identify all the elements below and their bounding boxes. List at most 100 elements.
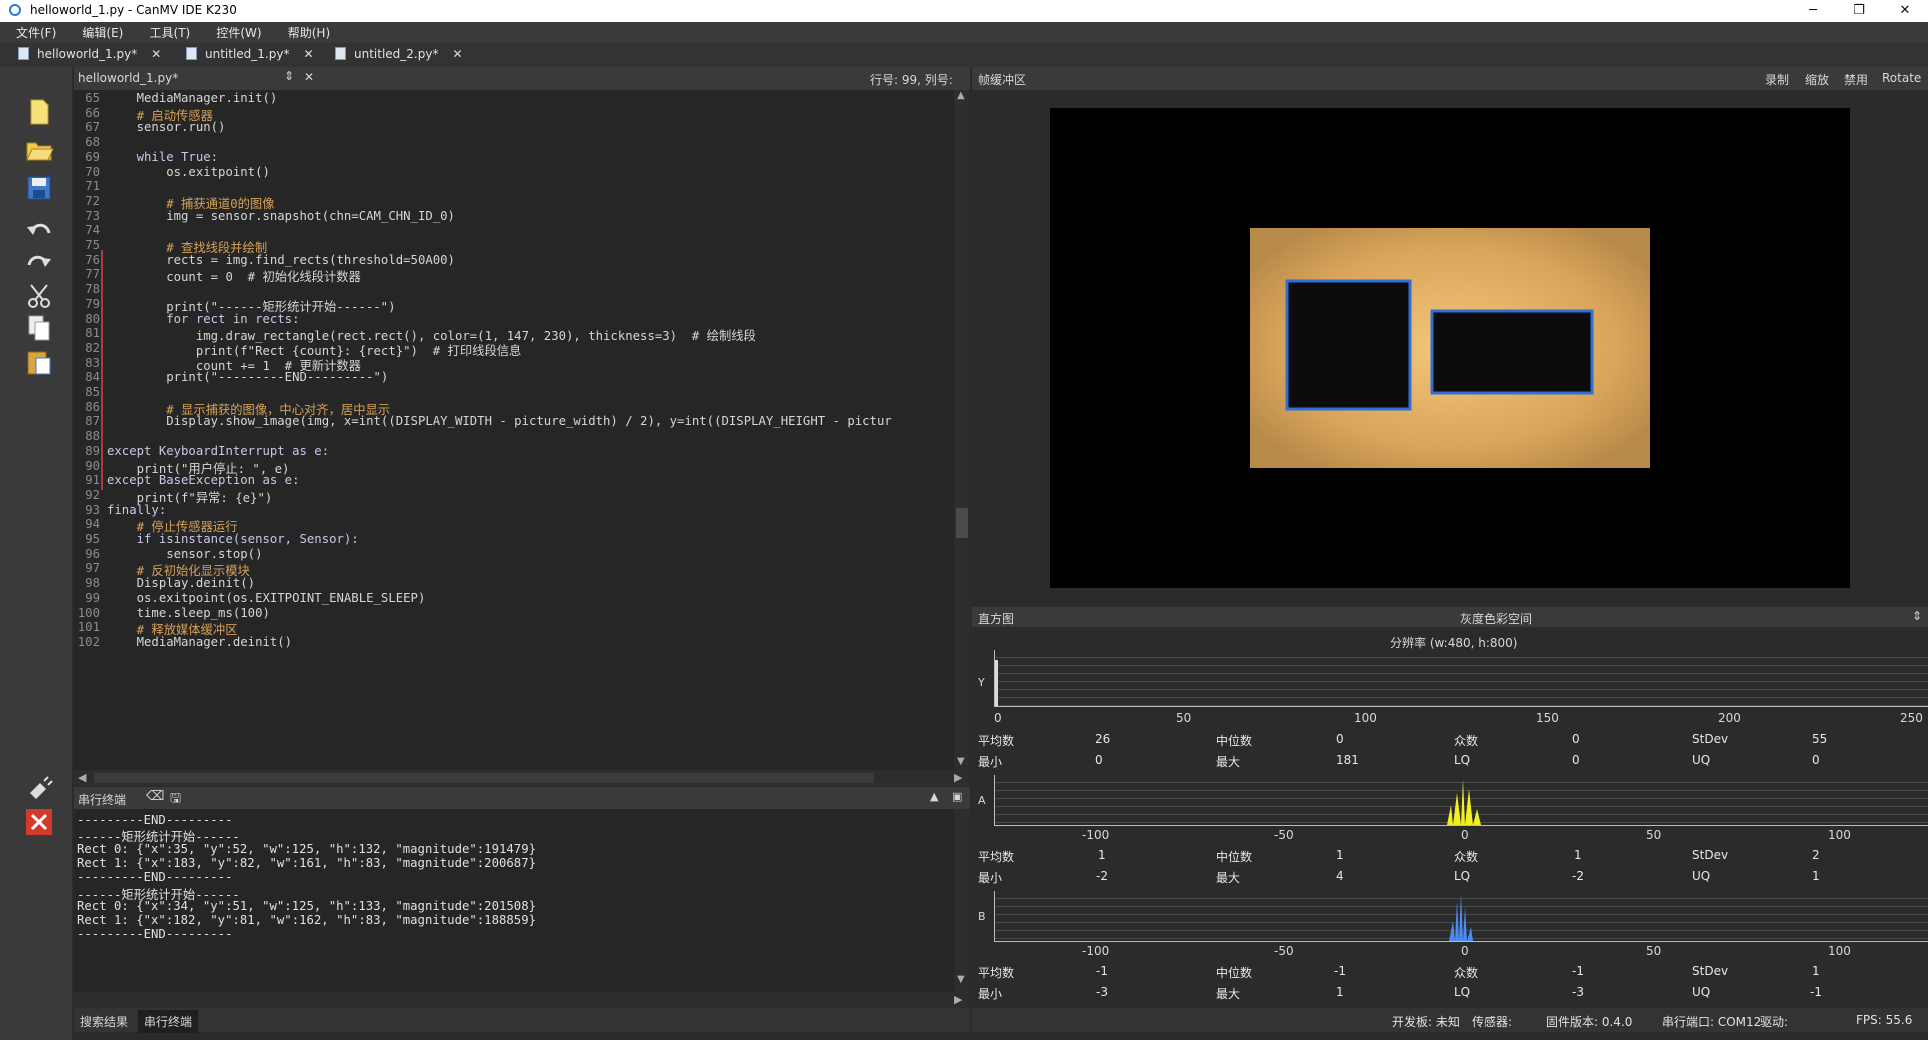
close-tab-icon[interactable]: ✕ — [452, 47, 462, 61]
paste-icon[interactable] — [24, 347, 54, 377]
line-number: 66 — [85, 105, 100, 120]
histogram-title: 直方图 — [978, 612, 1015, 626]
stat-value: -2 — [1572, 869, 1584, 883]
code-line[interactable]: finally: — [107, 503, 166, 517]
code-line[interactable]: sensor.stop() — [107, 547, 262, 561]
code-line[interactable]: sensor.run() — [107, 120, 226, 134]
code-line[interactable]: print("---------END---------") — [107, 370, 388, 384]
line-number: 80 — [85, 311, 100, 326]
stat-label: 平均数 — [978, 850, 1015, 864]
code-line[interactable]: except BaseException as e: — [107, 473, 300, 487]
code-line[interactable]: count = 0 # 初始化线段计数器 — [107, 267, 361, 285]
serial-scrollbar[interactable]: ▼ — [954, 809, 970, 992]
code-line[interactable]: for rect in rects: — [107, 312, 299, 326]
code-line[interactable]: time.sleep_ms(100) — [107, 606, 270, 620]
menu-bar: 文件(F) 编辑(E) 工具(T) 控件(W) 帮助(H) — [0, 22, 1928, 43]
hscroll-thumb[interactable] — [94, 773, 874, 783]
scroll-right-icon[interactable]: ▶ — [954, 771, 962, 784]
code-line[interactable]: MediaManager.init() — [107, 91, 278, 105]
code-line[interactable]: Display.show_image(img, x=int((DISPLAY_W… — [107, 414, 892, 428]
code-line[interactable]: MediaManager.deinit() — [107, 635, 292, 649]
disable-button[interactable]: 禁用 — [1844, 71, 1868, 88]
tab-search-results[interactable]: 搜索结果 — [80, 1013, 128, 1030]
save-icon[interactable] — [24, 173, 54, 203]
serial-line: Rect 1: {"x":182, "y":81, "w":162, "h":8… — [77, 913, 537, 928]
open-folder-icon[interactable] — [24, 135, 54, 165]
histogram-bars-b — [1449, 893, 1473, 941]
line-number: 77 — [85, 267, 100, 282]
line-number: 84 — [85, 370, 100, 385]
menu-help[interactable]: 帮助(H) — [272, 22, 336, 41]
file-select-arrows-icon[interactable]: ⇕ — [284, 69, 294, 83]
menu-tools[interactable]: 工具(T) — [134, 22, 197, 41]
editor-vertical-scrollbar[interactable]: ▲ ▼ — [954, 90, 970, 770]
line-number: 74 — [85, 223, 100, 238]
minimize-button[interactable]: ─ — [1790, 0, 1836, 22]
copy-icon[interactable] — [24, 313, 54, 343]
close-button[interactable]: ✕ — [1882, 0, 1928, 22]
serial-terminal-output[interactable]: ---------END--------- ------矩形统计开始------ R… — [74, 809, 954, 992]
cut-icon[interactable] — [24, 281, 54, 311]
code-line[interactable]: os.exitpoint(os.EXITPOINT_ENABLE_SLEEP) — [107, 591, 426, 605]
menu-file[interactable]: 文件(F) — [0, 22, 62, 41]
serial-hscrollbar[interactable]: ▶ — [74, 992, 970, 1008]
tab-serial-terminal[interactable]: 串行终端 — [138, 1010, 199, 1033]
stat-label: LQ — [1454, 985, 1471, 999]
status-firmware: 固件版本: 0.4.0 — [1546, 1015, 1633, 1029]
code-line[interactable]: img = sensor.snapshot(chn=CAM_CHN_ID_0) — [107, 209, 455, 223]
status-sensor: 传感器: — [1472, 1015, 1513, 1029]
code-line[interactable]: if isinstance(sensor, Sensor): — [107, 532, 359, 546]
tab-untitled-1[interactable]: untitled_1.py* ✕ — [186, 47, 314, 65]
serial-line: Rect 0: {"x":35, "y":52, "w":125, "h":13… — [77, 841, 537, 856]
float-panel-icon[interactable]: ▣ — [952, 790, 962, 803]
code-line[interactable]: Display.deinit() — [107, 576, 255, 590]
line-number: 95 — [85, 532, 100, 546]
colorspace-arrows-icon[interactable]: ⇕ — [1912, 609, 1922, 623]
close-editor-icon[interactable]: ✕ — [304, 70, 314, 84]
connect-icon[interactable] — [24, 773, 54, 803]
tab-untitled-2[interactable]: untitled_2.py* ✕ — [335, 47, 463, 65]
undo-icon[interactable] — [24, 215, 54, 245]
stats-a: 平均数 1 中位数 1 众数 1 StDev 2 最小 -2 最大 4 LQ -… — [972, 848, 1928, 886]
stat-value: -3 — [1096, 985, 1108, 999]
zoom-button[interactable]: 缩放 — [1805, 71, 1829, 88]
record-button[interactable]: 录制 — [1765, 71, 1789, 88]
colorspace-select[interactable]: 灰度色彩空间 — [1460, 610, 1532, 627]
maximize-button[interactable]: ❐ — [1836, 0, 1882, 22]
left-toolbar — [0, 67, 72, 1040]
line-number: 83 — [85, 355, 100, 370]
clear-terminal-icon[interactable]: ⌫ — [146, 789, 164, 804]
line-number: 67 — [85, 120, 100, 135]
stat-value: 2 — [1812, 848, 1820, 862]
status-board: 开发板: 未知 — [1392, 1015, 1460, 1029]
close-tab-icon[interactable]: ✕ — [303, 47, 313, 61]
app-icon — [9, 4, 21, 16]
code-line[interactable]: os.exitpoint() — [107, 165, 270, 179]
rotate-button[interactable]: Rotate — [1882, 71, 1921, 85]
scroll-thumb[interactable] — [956, 508, 968, 538]
new-file-icon[interactable] — [24, 97, 54, 127]
code-editor[interactable]: 65 MediaManager.init() 66 # 启动传感器 67 senso… — [74, 90, 954, 770]
scroll-left-icon[interactable]: ◀ — [78, 771, 86, 784]
close-tab-icon[interactable]: ✕ — [151, 47, 161, 61]
tab-helloworld-1[interactable]: helloworld_1.py* ✕ — [18, 47, 161, 65]
tick-label: -100 — [1082, 944, 1110, 958]
stop-run-icon[interactable] — [24, 807, 54, 837]
scroll-down-icon[interactable]: ▼ — [957, 756, 965, 767]
code-line[interactable]: rects = img.find_rects(threshold=50A00) — [107, 253, 455, 267]
editor-file-select[interactable]: helloworld_1.py* — [78, 71, 178, 85]
menu-widgets[interactable]: 控件(W) — [200, 22, 267, 41]
scroll-up-icon[interactable]: ▲ — [957, 90, 965, 101]
editor-horizontal-scrollbar[interactable]: ◀ ▶ — [74, 770, 970, 786]
file-tab-bar: helloworld_1.py* ✕ untitled_1.py* ✕ untitl… — [0, 43, 1928, 67]
menu-edit[interactable]: 编辑(E) — [66, 22, 129, 41]
serial-scroll-down-icon[interactable]: ▼ — [957, 974, 965, 985]
serial-scroll-right-icon[interactable]: ▶ — [954, 993, 962, 1006]
collapse-panel-icon[interactable]: ▲ — [930, 790, 938, 803]
code-line[interactable]: except KeyboardInterrupt as e: — [107, 444, 329, 458]
line-number: 85 — [85, 385, 100, 399]
code-line[interactable]: while True: — [107, 150, 218, 164]
redo-icon[interactable] — [24, 247, 54, 277]
save-log-icon[interactable]: 🖫 — [170, 789, 181, 811]
camera-frame — [1050, 108, 1850, 588]
